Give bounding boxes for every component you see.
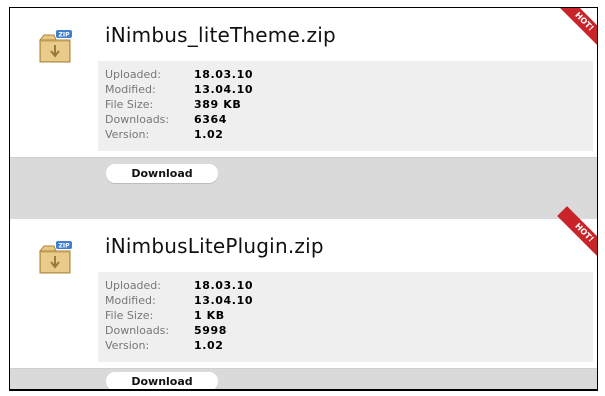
meta-value: 6364 — [194, 113, 228, 126]
meta-value: 18.03.10 — [194, 68, 254, 81]
meta-label: Version: — [105, 128, 150, 141]
meta-label: Downloads: — [105, 113, 170, 126]
file-metadata: Uploaded: 18.03.10 Modified: 13.04.10 Fi… — [98, 61, 593, 151]
download-list: ZIP iNimbus_liteTheme.zip HOT! Uploaded:… — [9, 7, 598, 391]
meta-value: 1.02 — [194, 339, 224, 352]
meta-value: 5998 — [194, 324, 228, 337]
meta-label: File Size: — [105, 309, 154, 322]
meta-label: File Size: — [105, 98, 154, 111]
meta-label: Uploaded: — [105, 279, 161, 292]
meta-value: 1.02 — [194, 128, 224, 141]
meta-value: 1 KB — [194, 309, 225, 322]
meta-label: Downloads: — [105, 324, 170, 337]
meta-label: Modified: — [105, 83, 156, 96]
svg-text:ZIP: ZIP — [59, 243, 71, 250]
zip-file-icon: ZIP — [38, 241, 72, 274]
meta-value: 13.04.10 — [194, 83, 254, 96]
download-bar: Download — [10, 158, 597, 219]
meta-label: Modified: — [105, 294, 156, 307]
meta-label: Version: — [105, 339, 150, 352]
svg-text:ZIP: ZIP — [59, 32, 71, 39]
download-button[interactable]: Download — [106, 372, 218, 389]
meta-value: 389 KB — [194, 98, 242, 111]
download-button[interactable]: Download — [106, 164, 218, 183]
meta-label: Uploaded: — [105, 68, 161, 81]
file-name: iNimbus_liteTheme.zip — [105, 23, 336, 47]
hot-badge: HOT! — [557, 8, 597, 49]
meta-value: 13.04.10 — [194, 294, 254, 307]
meta-value: 18.03.10 — [194, 279, 254, 292]
file-metadata: Uploaded: 18.03.10 Modified: 13.04.10 Fi… — [98, 272, 593, 362]
file-entry: ZIP iNimbus_liteTheme.zip HOT! Uploaded:… — [10, 8, 597, 219]
file-card: ZIP iNimbusLitePlugin.zip HOT! Uploaded:… — [10, 206, 597, 369]
file-entry: ZIP iNimbusLitePlugin.zip HOT! Uploaded:… — [10, 206, 597, 389]
file-card: ZIP iNimbus_liteTheme.zip HOT! Uploaded:… — [10, 8, 597, 158]
file-name: iNimbusLitePlugin.zip — [105, 234, 324, 258]
download-bar: Download — [10, 369, 597, 389]
zip-file-icon: ZIP — [38, 30, 72, 63]
